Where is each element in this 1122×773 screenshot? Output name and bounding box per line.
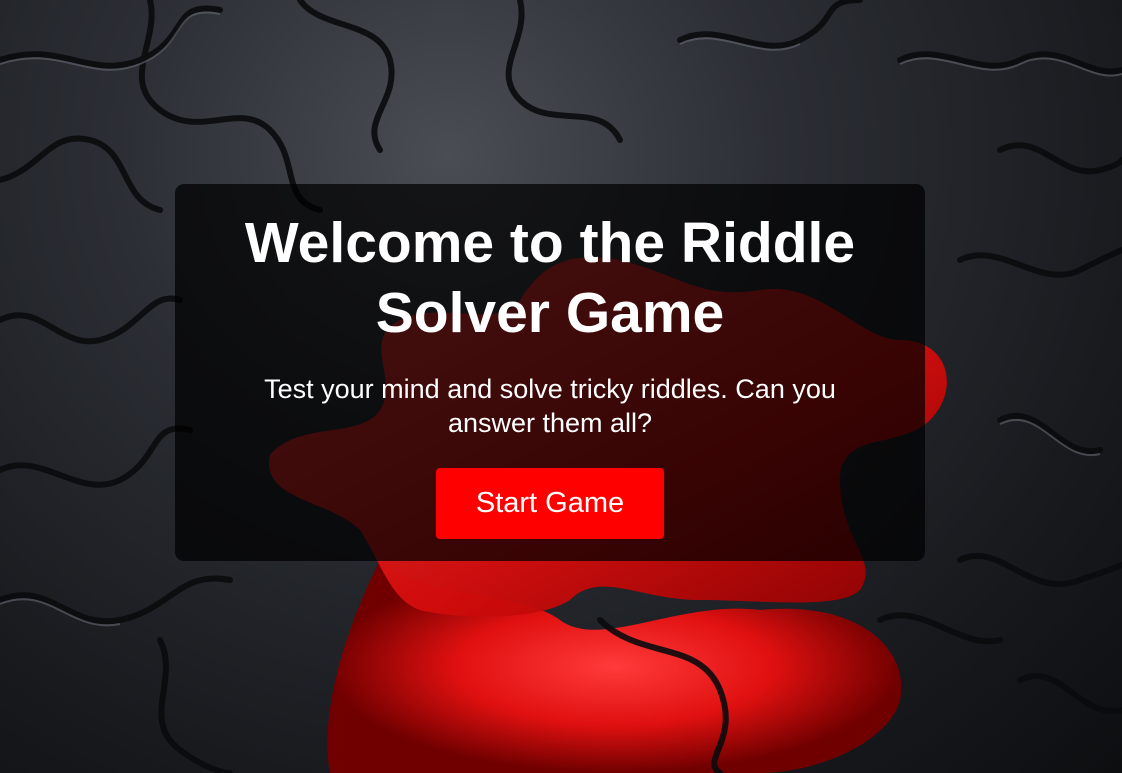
page-subtitle: Test your mind and solve tricky riddles.… [264, 374, 836, 438]
welcome-card: Welcome to the Riddle Solver Game Test y… [175, 184, 925, 561]
welcome-screen: Welcome to the Riddle Solver Game Test y… [0, 0, 1122, 773]
page-title: Welcome to the Riddle Solver Game [244, 211, 856, 345]
start-game-button[interactable]: Start Game [436, 468, 664, 539]
